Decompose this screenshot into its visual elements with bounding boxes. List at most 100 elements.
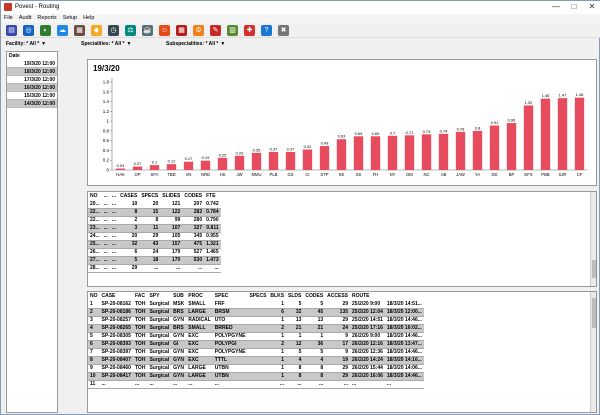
bar-value-label: 0.78 [457, 126, 466, 131]
maximize-button[interactable]: □ [565, 1, 583, 13]
close-window-button[interactable]: ✕ [583, 1, 600, 13]
chart-icon[interactable]: ◐ [40, 25, 51, 36]
table-cell: 9 [325, 332, 351, 341]
column-header[interactable]: NO [88, 292, 100, 300]
column-header[interactable]: SLIDES [160, 192, 182, 200]
table-cell: 26... [88, 248, 102, 257]
date-row[interactable]: 16/3/20 12:00 [7, 84, 57, 92]
gear-icon[interactable]: ⚙ [193, 25, 204, 36]
table-row[interactable]: 20......... 10 20 121 207 0.742 [88, 200, 221, 209]
column-header[interactable]: CODES [303, 292, 325, 300]
globe-icon[interactable]: ◎ [23, 25, 34, 36]
book-icon[interactable]: ▥ [227, 25, 238, 36]
table-row[interactable]: 6 SP-20-08393 TOH Surgical GI EXC POLYPGI 2 12 36… [88, 340, 424, 349]
table-cell: ... [101, 248, 110, 257]
date-row[interactable]: 14/3/20 12:00 [7, 100, 57, 108]
table-cell: TOH [132, 348, 148, 357]
table-row[interactable]: 11.................................... [88, 380, 424, 389]
menu-audit[interactable]: Audit [16, 14, 35, 23]
table-row[interactable]: 5 SP-20-08305 TOH Surgical GYN EXC POLYPGYNE 1 1… [88, 332, 424, 341]
column-header[interactable]: NO [88, 192, 102, 200]
column-header[interactable]: SPECS [139, 192, 160, 200]
date-row[interactable]: 19/3/20 12:00 [7, 60, 57, 68]
table-row[interactable]: 22......... 8 15 122 282 0.784 [88, 208, 221, 217]
help-icon[interactable]: ? [261, 25, 272, 36]
report-icon[interactable]: ▤ [6, 25, 17, 36]
table-cell: ... [109, 232, 119, 241]
table-row[interactable]: 23......... 3 11 107 327 0.811 [88, 224, 221, 233]
route-sign-icon[interactable]: ◆ [91, 25, 102, 36]
access-scrollbar[interactable] [590, 292, 596, 412]
column-header[interactable]: CASES [118, 192, 139, 200]
table-row[interactable]: 24......... 20 29 105 345 0.955 [88, 232, 221, 241]
menu-reports[interactable]: Reports [34, 14, 59, 23]
menu-setup[interactable]: Setup [60, 14, 80, 23]
facility-filter[interactable]: Facility: * All * ▼ [6, 41, 46, 47]
table-cell [247, 300, 269, 309]
table-row[interactable]: 26......... 6 24 179 527 1.465 [88, 248, 221, 257]
column-header[interactable]: SPEC [213, 292, 248, 300]
clipboard-icon[interactable]: ▦ [74, 25, 85, 36]
x-category-label: OP [134, 172, 140, 177]
table-cell: 29 [325, 372, 351, 381]
table-row[interactable]: 27......... 5 18 170 530 1.473 [88, 256, 221, 265]
table-row[interactable]: 28......... 29............ [88, 264, 221, 273]
column-header[interactable]: ... [102, 192, 110, 200]
column-header[interactable]: PROC [186, 292, 213, 300]
specialities-filter[interactable]: Specialities: * All * ▼ [81, 41, 131, 47]
column-header[interactable]: BLKS [268, 292, 286, 300]
table-cell: ... [182, 264, 205, 273]
column-header[interactable]: FAC [133, 292, 147, 300]
column-header[interactable]: SPY [147, 292, 171, 300]
table-cell: 43 [139, 240, 161, 249]
person-icon[interactable]: ☺ [159, 25, 170, 36]
table-row[interactable]: 22......... 2 8 99 280 0.790 [88, 216, 221, 225]
column-header[interactable]: SPECS [247, 292, 268, 300]
column-header[interactable]: CODES [182, 192, 204, 200]
x-category-label: JW [236, 172, 242, 177]
table-row[interactable]: 7 SP-20-08397 TOH Surgical GYN EXC POLYPGYNE 1 5… [88, 348, 424, 357]
grid-icon[interactable]: ▦ [176, 25, 187, 36]
lifebuoy-icon[interactable]: ✚ [244, 25, 255, 36]
table-cell: GI [171, 340, 187, 349]
clock-icon[interactable]: ◷ [108, 25, 119, 36]
table-cell: 280 [182, 216, 205, 225]
close-icon[interactable]: ✖ [278, 25, 289, 36]
cases-scrollbar[interactable] [590, 192, 596, 286]
table-row[interactable]: 8 SP-20-08407 TOH Surgical GYN EXC TTTL 1 4 4 19 26… [88, 356, 424, 365]
column-header[interactable]: CASE [100, 292, 133, 300]
table-row[interactable]: 2 SP-20-08186 TOH Surgical BRS LARGE BRSM 6 32 45… [88, 308, 424, 317]
column-header[interactable]: ROUTE [350, 292, 385, 300]
subspecialities-filter[interactable]: Subspecialities: * All * ▼ [166, 41, 225, 47]
wrench-icon[interactable]: ✎ [210, 25, 221, 36]
column-header[interactable]: SUB [171, 292, 186, 300]
table-cell: Surgical [147, 332, 172, 341]
table-row[interactable]: 10 SP-20-08417 TOH Surgical GYN LARGE UTBN 1 8 8 2… [88, 372, 424, 381]
date-row[interactable]: 15/3/20 12:00 [7, 92, 57, 100]
column-header[interactable]: SLDS [286, 292, 303, 300]
date-row[interactable]: 17/3/20 12:00 [7, 76, 57, 84]
cloud-icon[interactable]: ☁ [57, 25, 68, 36]
table-cell: ... [160, 264, 183, 273]
table-cell: 21 [286, 324, 304, 333]
menu-file[interactable]: File [1, 14, 16, 23]
menu-help[interactable]: Help [80, 14, 97, 23]
table-row[interactable]: 1 SP-20-08162 TOH Surgical MSK SMALL FRF 1 5 5 29 2… [88, 300, 424, 309]
table-cell: 0.790 [204, 216, 221, 225]
column-header[interactable]: ACCESS [325, 292, 350, 300]
table-row[interactable]: 4 SP-20-08265 TOH Surgical BRS SMALL BRRED 2 21 2… [88, 324, 424, 333]
table-cell: 0.742 [204, 200, 221, 209]
date-row[interactable]: 18/3/20 12:00 [7, 68, 57, 76]
table-cell: ... [101, 224, 110, 233]
filter-bar: Facility: * All * ▼ Specialities: * All *… [1, 39, 600, 49]
column-header[interactable]: ... [110, 192, 118, 200]
table-cell: Surgical [147, 372, 172, 381]
x-category-label: BP [509, 172, 515, 177]
table-row[interactable]: 25......... 32 43 157 475 1.321 [88, 240, 221, 249]
column-header[interactable]: FTE [204, 192, 221, 200]
teapot-icon[interactable]: ☕ [142, 25, 153, 36]
table-row[interactable]: 3 SP-20-08257 TOH Surgical GYN RADICAL UTO 1 13 1… [88, 316, 424, 325]
scale-icon[interactable]: ⚖ [125, 25, 136, 36]
table-row[interactable]: 9 SP-20-08460 TOH Surgical GYN LARGE UTBN 1 8 8 29… [88, 364, 424, 373]
minimize-button[interactable]: — [547, 1, 565, 13]
